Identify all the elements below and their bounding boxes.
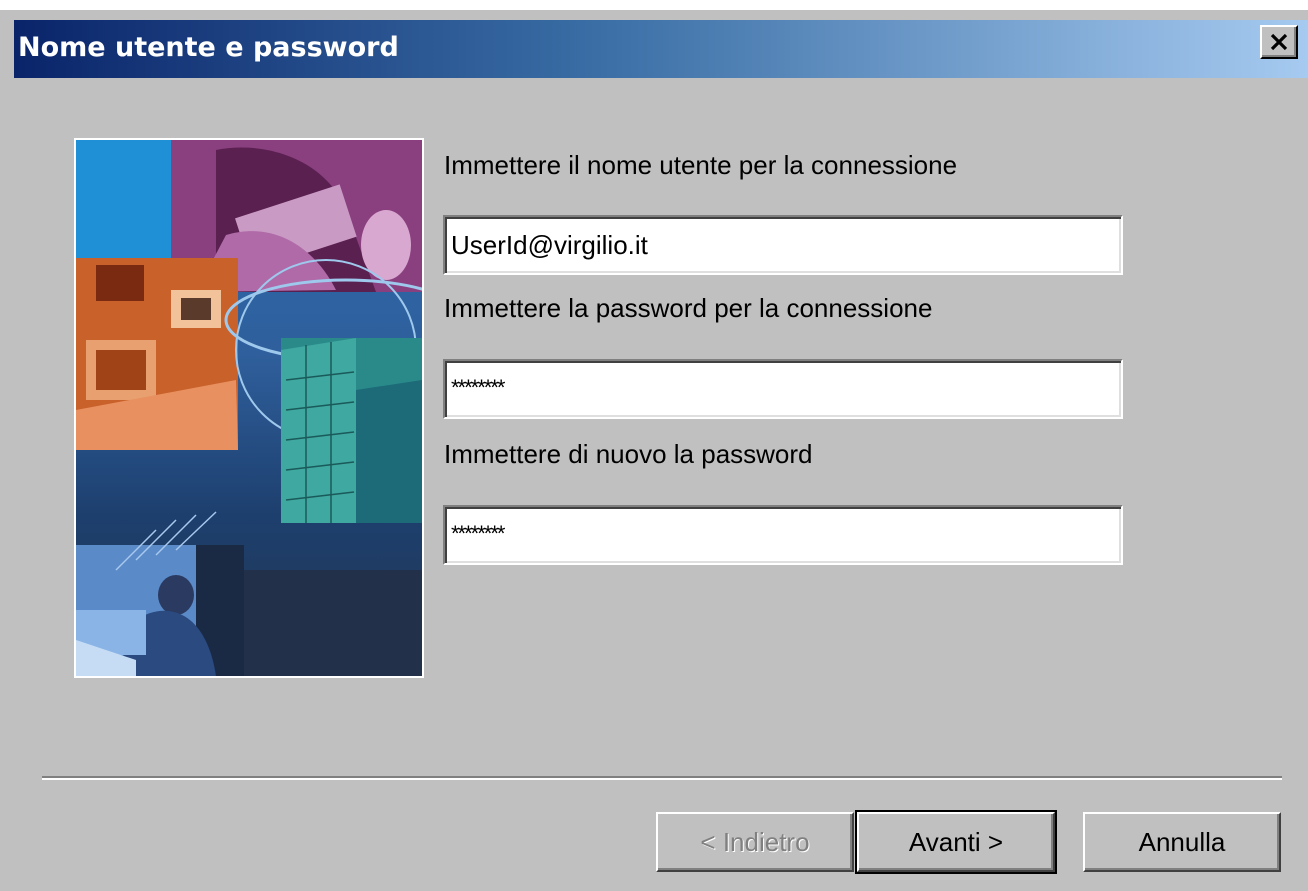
username-field[interactable] [443, 215, 1123, 275]
close-button[interactable] [1260, 25, 1298, 59]
wizard-illustration [74, 138, 424, 678]
password-label: Immettere la password per la connessione [444, 293, 933, 323]
back-button[interactable]: < Indietro [656, 812, 854, 872]
title-bar: Nome utente e password [14, 20, 1308, 78]
confirm-password-field[interactable] [443, 505, 1123, 565]
next-button[interactable]: Avanti > [855, 810, 1057, 874]
cancel-button[interactable]: Annulla [1083, 812, 1281, 872]
username-label: Immettere il nome utente per la connessi… [444, 150, 958, 180]
wizard-dialog: Nome utente e password Immettere il nome… [0, 0, 1308, 891]
password-field[interactable] [443, 359, 1123, 419]
close-icon [1269, 33, 1289, 51]
separator [42, 776, 1282, 780]
window-title: Nome utente e password [18, 32, 399, 63]
confirm-password-label: Immettere di nuovo la password [444, 439, 813, 469]
